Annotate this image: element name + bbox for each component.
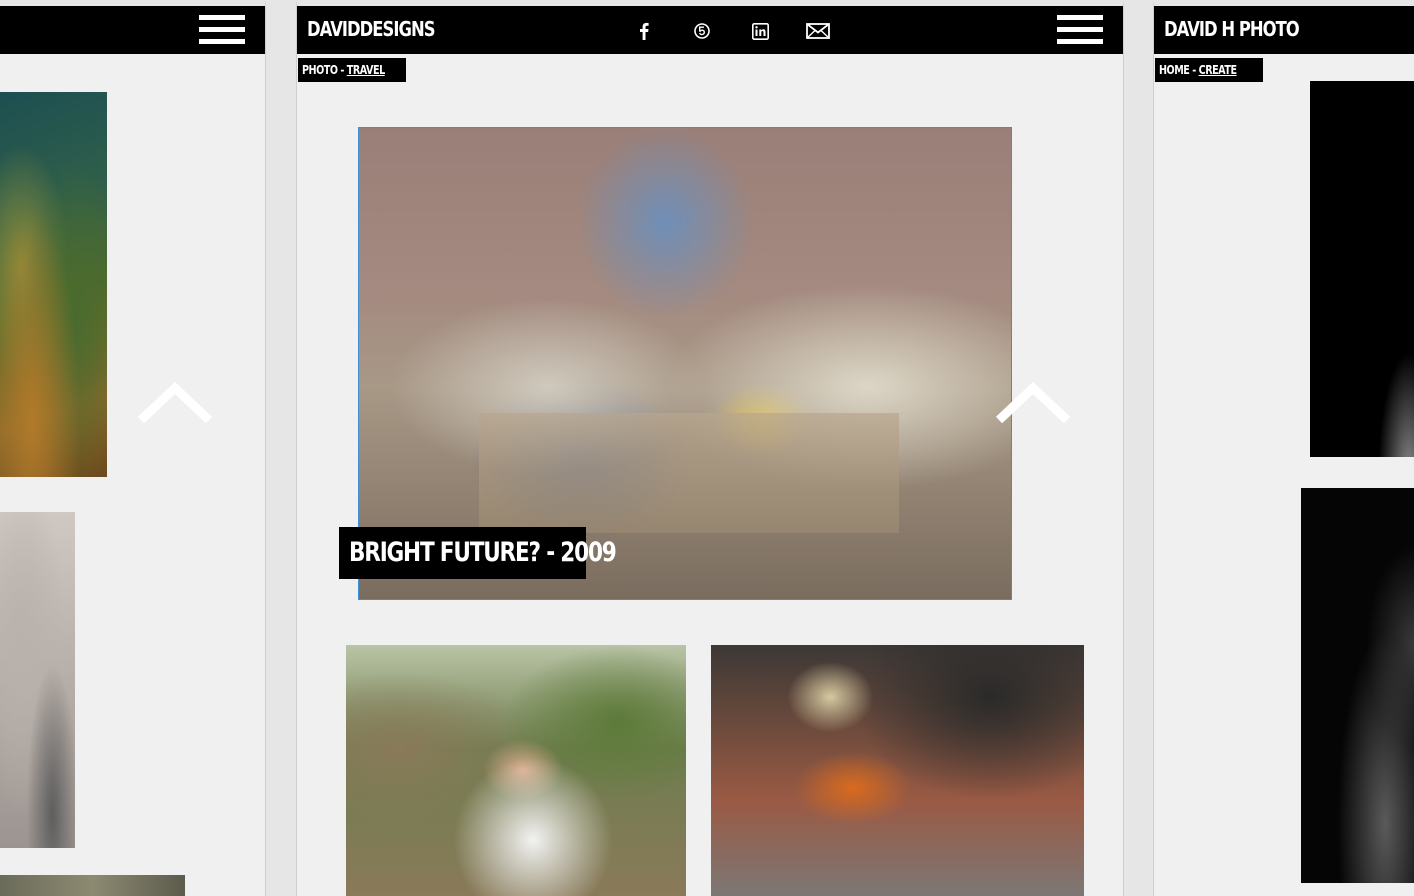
linkedin-icon[interactable] (731, 19, 789, 43)
facebook-icon[interactable] (615, 19, 673, 43)
street-woman-photo[interactable] (711, 645, 1084, 896)
breadcrumb-link-travel[interactable]: TRAVEL (347, 63, 385, 77)
email-icon[interactable] (789, 19, 847, 43)
aerial-landscape-photo[interactable] (0, 92, 107, 477)
breadcrumb: PHOTO - TRAVEL (298, 58, 406, 82)
photo-caption-text: BRIGHT FUTURE? - 2009 (349, 537, 617, 568)
photo-detail (479, 413, 899, 533)
portrait-hammock-photo[interactable] (346, 645, 686, 896)
social-links (615, 19, 847, 43)
left-topbar (0, 6, 265, 54)
center-topbar: DAVIDDESIGNS (297, 6, 1123, 54)
breadcrumb-link-create[interactable]: CREATE (1199, 63, 1237, 77)
grayscale-photo[interactable] (0, 512, 75, 848)
chevron-up-icon[interactable] (137, 380, 213, 424)
site-brand[interactable]: DAVIDDESIGNS (307, 17, 436, 41)
right-topbar: DAVID H PHOTO (1154, 6, 1414, 54)
right-panel: DAVID H PHOTO HOME - CREATE (1153, 0, 1414, 896)
bottom-thumbnail-photo[interactable] (0, 875, 185, 896)
tattoo-back-photo[interactable] (1301, 488, 1414, 883)
breadcrumb: HOME - CREATE (1155, 58, 1263, 82)
breadcrumb-prefix: PHOTO - (302, 63, 347, 77)
menu-icon[interactable] (199, 15, 245, 45)
site-brand[interactable]: DAVID H PHOTO (1164, 17, 1300, 41)
center-panel: DAVIDDESIGNS PHOTO - TRAVEL BRIGHT FUTUR… (296, 0, 1124, 896)
breadcrumb-prefix: HOME - (1159, 63, 1199, 77)
chevron-up-icon[interactable] (995, 380, 1071, 424)
500px-icon[interactable] (673, 19, 731, 43)
left-panel (0, 0, 266, 896)
photo-caption: BRIGHT FUTURE? - 2009 (339, 527, 617, 579)
menu-icon[interactable] (1057, 15, 1103, 45)
dark-portrait-photo[interactable] (1310, 81, 1414, 457)
